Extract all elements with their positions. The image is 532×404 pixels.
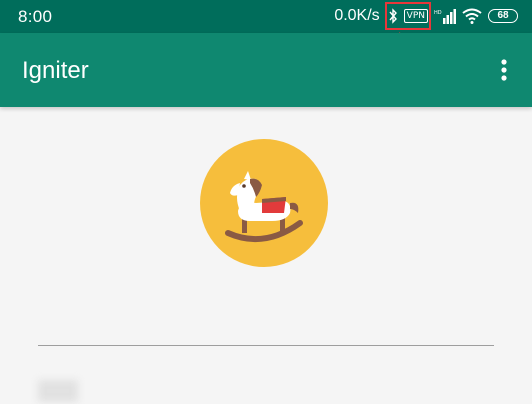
app-logo	[200, 139, 328, 267]
app-bar: Igniter	[0, 33, 532, 107]
app-title: Igniter	[22, 57, 89, 84]
screen: 8:00 0.0K/s VPN HD 68 Igniter	[0, 0, 532, 404]
battery-icon: 68	[488, 9, 518, 23]
status-bar: 8:00 0.0K/s VPN HD 68	[0, 0, 532, 33]
signal-icon: HD	[434, 9, 456, 24]
rocking-horse-icon	[225, 171, 303, 242]
status-time: 8:00	[18, 7, 53, 26]
second-input-field[interactable]	[38, 380, 78, 402]
server-address-input[interactable]	[38, 300, 494, 348]
annotation-highlight-box	[385, 2, 431, 30]
svg-text:HD: HD	[434, 10, 442, 16]
more-vert-icon[interactable]	[492, 55, 516, 85]
wifi-icon	[462, 8, 482, 24]
net-speed: 0.0K/s	[334, 7, 380, 24]
input-underline	[38, 345, 494, 346]
